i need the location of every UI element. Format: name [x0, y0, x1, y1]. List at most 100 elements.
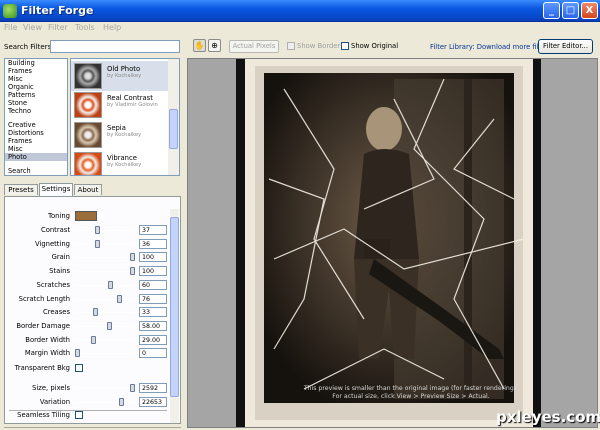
setting-row: Border Damage 58.00: [5, 320, 170, 332]
category-item[interactable]: Patterns: [5, 91, 67, 99]
setting-value-field[interactable]: 29.00: [139, 334, 167, 345]
filter-item-old-photo[interactable]: Old Photo by Kochalkey: [71, 61, 168, 91]
tab-about[interactable]: About: [74, 184, 102, 195]
filter-item-sepia[interactable]: Sepia by Kochalkey: [71, 120, 168, 150]
setting-row: Variation 22653: [5, 396, 170, 408]
setting-slider-knob[interactable]: [75, 349, 80, 358]
setting-slider-knob[interactable]: [95, 226, 101, 234]
setting-slider-track[interactable]: [75, 239, 135, 248]
filter-library-link[interactable]: Filter Library: Download more filters: [430, 43, 552, 51]
setting-slider-track[interactable]: [75, 335, 135, 344]
filter-thumbnail: [74, 122, 102, 148]
status-divider: [4, 427, 181, 428]
category-item[interactable]: Stone: [5, 99, 67, 107]
setting-label: Grain: [51, 253, 70, 262]
category-item[interactable]: Building: [5, 59, 67, 67]
toning-label: Toning: [48, 212, 70, 220]
tab-settings[interactable]: Settings: [39, 183, 73, 196]
actual-pixels-button[interactable]: Actual Pixels: [229, 40, 279, 53]
category-item[interactable]: Distortions: [5, 129, 67, 137]
setting-slider-track[interactable]: [75, 280, 135, 289]
setting-value-field[interactable]: 33: [139, 307, 167, 318]
setting-label: Stains: [49, 267, 70, 276]
setting-slider-knob[interactable]: [116, 294, 122, 303]
search-input[interactable]: [50, 40, 180, 53]
setting-label: Contrast: [40, 226, 70, 234]
setting-value-field[interactable]: 0: [139, 348, 167, 359]
tab-presets[interactable]: Presets: [4, 184, 38, 195]
setting-slider-track[interactable]: [75, 349, 135, 358]
section-divider: [9, 410, 167, 411]
filter-list[interactable]: Old Photo by Kochalkey Real Contrast by …: [70, 58, 180, 176]
scroll-thumb[interactable]: [170, 217, 179, 397]
category-item-selected[interactable]: Photo: [5, 153, 67, 161]
toning-row: Toning: [5, 211, 170, 222]
filter-editor-button[interactable]: Filter Editor...: [538, 39, 593, 54]
close-button[interactable]: X: [581, 2, 598, 19]
setting-slider-knob[interactable]: [130, 253, 135, 262]
setting-value-field[interactable]: 22653: [139, 396, 167, 407]
category-item[interactable]: Creative: [5, 121, 67, 129]
setting-value-field[interactable]: 100: [139, 266, 167, 277]
category-item[interactable]: Frames: [5, 67, 67, 75]
filter-item-real-contrast[interactable]: Real Contrast by Vladimir Golovin: [71, 90, 168, 120]
toning-color-swatch[interactable]: [75, 211, 97, 221]
show-border-checkbox[interactable]: [287, 42, 295, 50]
setting-value-field[interactable]: 2592: [139, 383, 167, 393]
category-item[interactable]: Organic: [5, 83, 67, 91]
setting-slider-knob[interactable]: [119, 397, 124, 406]
setting-slider-track[interactable]: [75, 384, 135, 392]
setting-label: Transparent Bkg: [14, 364, 70, 372]
filter-list-scrollbar[interactable]: [168, 59, 179, 175]
setting-slider-knob[interactable]: [90, 335, 96, 344]
setting-checkbox[interactable]: [75, 364, 83, 372]
category-item[interactable]: Techno: [5, 107, 67, 115]
category-search[interactable]: Search: [5, 167, 67, 175]
filter-name: Old Photo: [107, 65, 141, 73]
setting-value-field[interactable]: 58.00: [139, 320, 167, 331]
setting-slider-track[interactable]: [75, 253, 135, 262]
category-list[interactable]: Building Frames Misc Organic Patterns St…: [4, 58, 68, 176]
setting-value-field[interactable]: 36: [139, 238, 167, 249]
hand-icon[interactable]: ✋: [193, 39, 206, 52]
setting-slider-knob[interactable]: [130, 384, 135, 392]
show-original-label: Show Original: [351, 42, 399, 50]
filter-author: by Kochalkey: [107, 132, 142, 138]
menu-filter[interactable]: Filter: [48, 23, 68, 32]
setting-slider-knob[interactable]: [130, 267, 135, 276]
category-item[interactable]: Misc: [5, 145, 67, 153]
setting-value-field[interactable]: 37: [139, 225, 167, 235]
setting-slider-track[interactable]: [75, 267, 135, 276]
show-original-checkbox[interactable]: [341, 42, 349, 50]
menu-tools[interactable]: Tools: [75, 23, 95, 32]
setting-slider-knob[interactable]: [94, 239, 100, 248]
setting-slider-track[interactable]: [75, 308, 135, 317]
setting-slider-track[interactable]: [75, 397, 135, 406]
setting-value-field[interactable]: 60: [139, 279, 167, 290]
scroll-thumb[interactable]: [169, 109, 178, 149]
setting-slider-knob[interactable]: [93, 308, 99, 317]
setting-slider-track[interactable]: [75, 226, 135, 234]
menu-file[interactable]: File: [4, 23, 17, 32]
setting-slider-knob[interactable]: [106, 321, 112, 330]
window-title: Filter Forge: [21, 4, 94, 17]
zoom-icon[interactable]: ⊕: [208, 39, 221, 52]
setting-slider-track[interactable]: [75, 294, 135, 303]
settings-scrollbar[interactable]: [170, 209, 179, 423]
setting-checkbox[interactable]: [75, 411, 83, 420]
preview-canvas[interactable]: This preview is smaller than the origina…: [187, 58, 598, 428]
setting-value-field[interactable]: 100: [139, 252, 167, 263]
filter-item-vibrance[interactable]: Vibrance by Kochalkey: [71, 150, 168, 175]
maximize-button[interactable]: □: [562, 2, 579, 19]
category-item[interactable]: Frames: [5, 137, 67, 145]
setting-slider-knob[interactable]: [108, 280, 113, 289]
filter-thumbnail: [74, 152, 102, 175]
minimize-button[interactable]: _: [543, 2, 560, 19]
show-border-label: Show Border: [297, 42, 341, 50]
menu-help[interactable]: Help: [103, 23, 121, 32]
title-bar[interactable]: Filter Forge _ □ X: [0, 0, 600, 22]
setting-value-field[interactable]: 76: [139, 293, 167, 304]
category-item[interactable]: Misc: [5, 75, 67, 83]
setting-slider-track[interactable]: [75, 321, 135, 330]
menu-view[interactable]: View: [23, 23, 42, 32]
